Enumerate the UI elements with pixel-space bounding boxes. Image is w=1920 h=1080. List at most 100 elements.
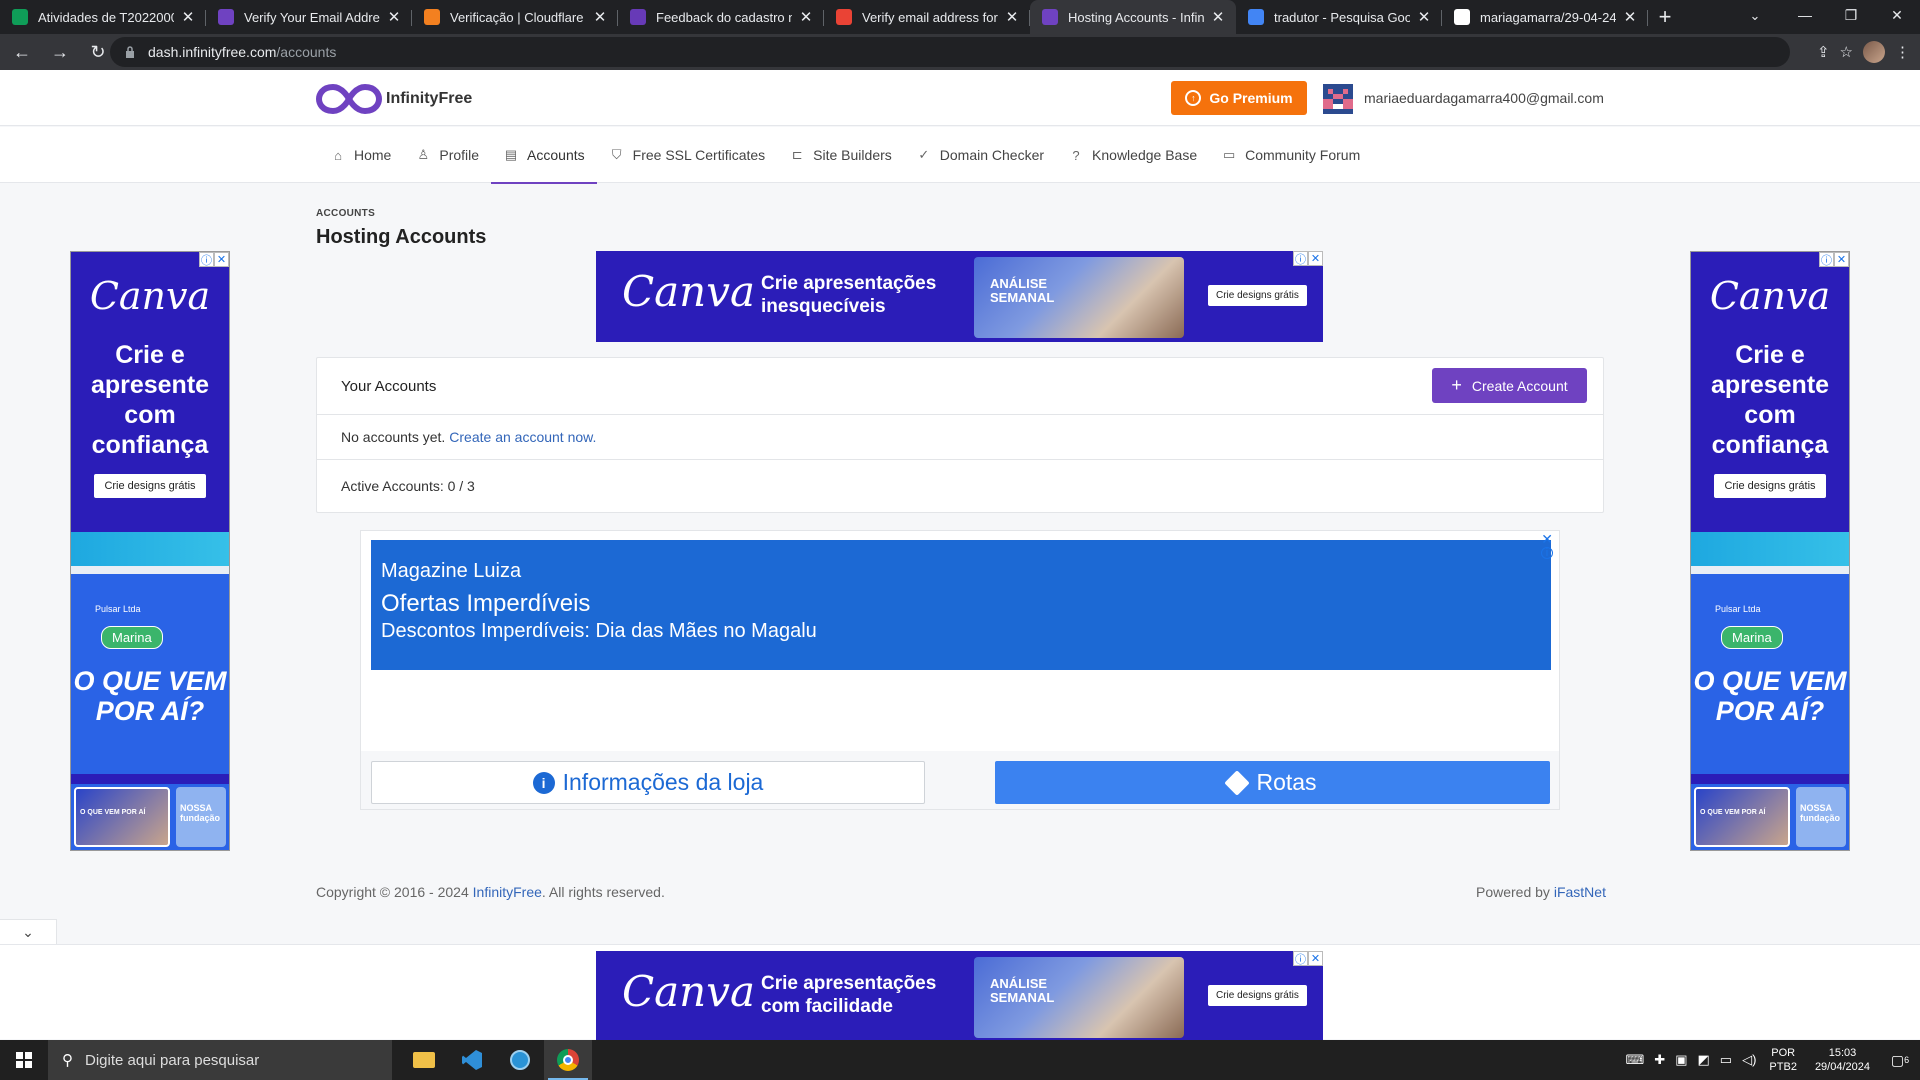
canva-ad-right[interactable]: Canva Crie e apresente com confiança Cri…: [1690, 251, 1850, 851]
ad-close-icon[interactable]: ✕: [1541, 531, 1553, 548]
store-info-button[interactable]: i Informações da loja: [371, 761, 925, 804]
chrome-app[interactable]: [544, 1040, 592, 1080]
volume-icon[interactable]: ◁): [1742, 1052, 1756, 1068]
canva-logo: Canva: [622, 967, 755, 1016]
browser-tab[interactable]: Hosting Accounts - Infinity ✕: [1030, 0, 1236, 34]
nav-item[interactable]: ? Knowledge Base: [1056, 127, 1209, 183]
go-premium-button[interactable]: ↑ Go Premium: [1171, 81, 1307, 115]
nav-item[interactable]: ♙ Profile: [403, 127, 491, 183]
nav-item[interactable]: ⌂ Home: [318, 127, 403, 183]
network-icon[interactable]: ▭: [1720, 1052, 1732, 1068]
ad-tag: Marina: [101, 626, 163, 649]
nav-item[interactable]: ▭ Community Forum: [1209, 127, 1372, 183]
windows-taskbar: ⚲ Digite aqui para pesquisar ⌨ ✚ ▣ ◩ ▭ ◁…: [0, 1040, 1920, 1080]
browser-tab[interactable]: tradutor - Pesquisa Google ✕: [1236, 0, 1442, 34]
browser-tab[interactable]: Feedback do cadastro na p ✕: [618, 0, 824, 34]
browser-tab[interactable]: Verificação | Cloudflare ✕: [412, 0, 618, 34]
ad-info-icon[interactable]: ⓘ: [199, 252, 214, 267]
canva-ad-bottom[interactable]: Canva Crie apresentações com facilidade …: [596, 951, 1323, 1042]
keyboard-icon[interactable]: ⌨: [1626, 1052, 1645, 1068]
ad-close-icon[interactable]: ✕: [1308, 251, 1323, 266]
nav-item[interactable]: ▤ Accounts: [491, 127, 597, 184]
nav-item[interactable]: ⊏ Site Builders: [777, 127, 904, 183]
tab-close-icon[interactable]: ✕: [592, 8, 608, 26]
network-adapter-icon[interactable]: ▣: [1675, 1052, 1687, 1068]
notification-center-icon[interactable]: ▢ 6: [1880, 1040, 1920, 1080]
magalu-banner[interactable]: Magazine Luiza Ofertas Imperdíveis Desco…: [371, 540, 1551, 670]
infinity-logo-icon: [316, 83, 382, 115]
clock-time: 15:03: [1828, 1047, 1857, 1059]
close-window-icon[interactable]: ✕: [1874, 0, 1920, 30]
tab-close-icon[interactable]: ✕: [1004, 8, 1020, 26]
ad-info-icon[interactable]: ⓘ: [1293, 951, 1308, 966]
ad-info-icon[interactable]: i: [1541, 547, 1553, 559]
browser-tab[interactable]: mariagamarra/29-04-24 ✕: [1442, 0, 1648, 34]
main-navigation: ⌂ Home ♙ Profile ▤ Accounts ⛉ Free SSL Certific…: [0, 127, 1920, 184]
store-info-label: Informações da loja: [562, 769, 764, 795]
canva-ad-top[interactable]: Canva Crie apresentações inesquecíveis A…: [596, 251, 1323, 342]
forum-icon: ▭: [1222, 147, 1236, 162]
browser-tab[interactable]: Verify email address for Inf ✕: [824, 0, 1030, 34]
vscode-app[interactable]: [448, 1040, 496, 1080]
tab-close-icon[interactable]: ✕: [1416, 8, 1432, 26]
ad-info-icon[interactable]: ⓘ: [1293, 251, 1308, 266]
clock[interactable]: 15:03 29/04/2024: [1815, 1046, 1870, 1074]
language-code: POR: [1771, 1047, 1796, 1059]
tab-close-icon[interactable]: ✕: [180, 8, 196, 26]
tab-search-icon[interactable]: ⌄: [1740, 4, 1770, 28]
infinityfree-logo[interactable]: InfinityFree: [316, 82, 472, 116]
ad-close-icon[interactable]: ✕: [214, 252, 229, 267]
ad-company: Pulsar Ltda: [95, 604, 141, 614]
tab-close-icon[interactable]: ✕: [798, 8, 814, 26]
ad-cta-button[interactable]: Crie designs grátis: [1208, 985, 1307, 1006]
infinityfree-link[interactable]: InfinityFree: [473, 884, 542, 900]
user-avatar[interactable]: [1323, 84, 1353, 114]
magalu-ad[interactable]: Magazine Luiza Ofertas Imperdíveis Desco…: [360, 530, 1560, 810]
ad-cta-button[interactable]: Crie designs grátis: [1208, 285, 1307, 306]
ad-tagline: O QUE VEM POR AÍ?: [73, 666, 227, 726]
nav-item[interactable]: ⛉ Free SSL Certificates: [597, 127, 778, 183]
back-icon[interactable]: ←: [6, 36, 38, 68]
new-tab-icon[interactable]: +: [1648, 0, 1682, 34]
edge-app[interactable]: [496, 1040, 544, 1080]
server-icon: ▤: [504, 147, 518, 162]
browser-tab[interactable]: Atividades de T202200001 ✕: [0, 0, 206, 34]
copyright-suffix: . All rights reserved.: [541, 884, 665, 900]
ad-close-icon[interactable]: ✕: [1834, 252, 1849, 267]
forward-icon[interactable]: →: [44, 36, 76, 68]
canva-ad-left[interactable]: Canva Crie e apresente com confiança Cri…: [70, 251, 230, 851]
ad-tagline: O QUE VEM POR AÍ?: [1693, 666, 1847, 726]
taskbar-search[interactable]: ⚲ Digite aqui para pesquisar: [48, 1040, 392, 1080]
ad-info-icon[interactable]: ⓘ: [1819, 252, 1834, 267]
collapse-ad-button[interactable]: ⌄: [0, 919, 57, 945]
create-account-link[interactable]: Create an account now.: [449, 429, 596, 445]
ad-close-icon[interactable]: ✕: [1308, 951, 1323, 966]
cloudflare-icon: [424, 9, 440, 25]
directions-button[interactable]: Rotas: [995, 761, 1550, 804]
bookmark-star-icon[interactable]: ☆: [1840, 43, 1853, 61]
menu-dots-icon[interactable]: ⋮: [1895, 43, 1910, 61]
ifastnet-link[interactable]: iFastNet: [1554, 884, 1606, 900]
go-premium-label: Go Premium: [1209, 90, 1293, 106]
antivirus-icon[interactable]: ✚: [1654, 1052, 1665, 1068]
browser-tab[interactable]: Verify Your Email Address ✕: [206, 0, 412, 34]
tab-close-icon[interactable]: ✕: [1622, 8, 1638, 26]
nav-item[interactable]: ✓ Domain Checker: [904, 127, 1056, 183]
meet-icon[interactable]: ◩: [1698, 1052, 1710, 1068]
ad-cta-button[interactable]: Crie designs grátis: [94, 474, 206, 498]
profile-avatar[interactable]: [1863, 41, 1885, 63]
language-indicator[interactable]: POR PTB2: [1769, 1046, 1797, 1074]
create-account-button[interactable]: + Create Account: [1432, 368, 1587, 403]
minimize-icon[interactable]: —: [1782, 0, 1828, 30]
tab-close-icon[interactable]: ✕: [1210, 8, 1226, 26]
restore-icon[interactable]: ❐: [1828, 0, 1874, 30]
help-circle-icon: ?: [1072, 147, 1080, 163]
user-email[interactable]: mariaeduardagamarra400@gmail.com: [1364, 90, 1604, 106]
address-bar[interactable]: dash.infinityfree.com/accounts: [110, 37, 1790, 67]
ad-cta-button[interactable]: Crie designs grátis: [1714, 474, 1826, 498]
file-explorer-app[interactable]: [400, 1040, 448, 1080]
ad-side-lower: Pulsar Ltda Marina O QUE VEM POR AÍ?: [71, 574, 229, 774]
tab-close-icon[interactable]: ✕: [386, 8, 402, 26]
start-button[interactable]: [0, 1040, 48, 1080]
share-icon[interactable]: ⇪: [1817, 43, 1830, 61]
